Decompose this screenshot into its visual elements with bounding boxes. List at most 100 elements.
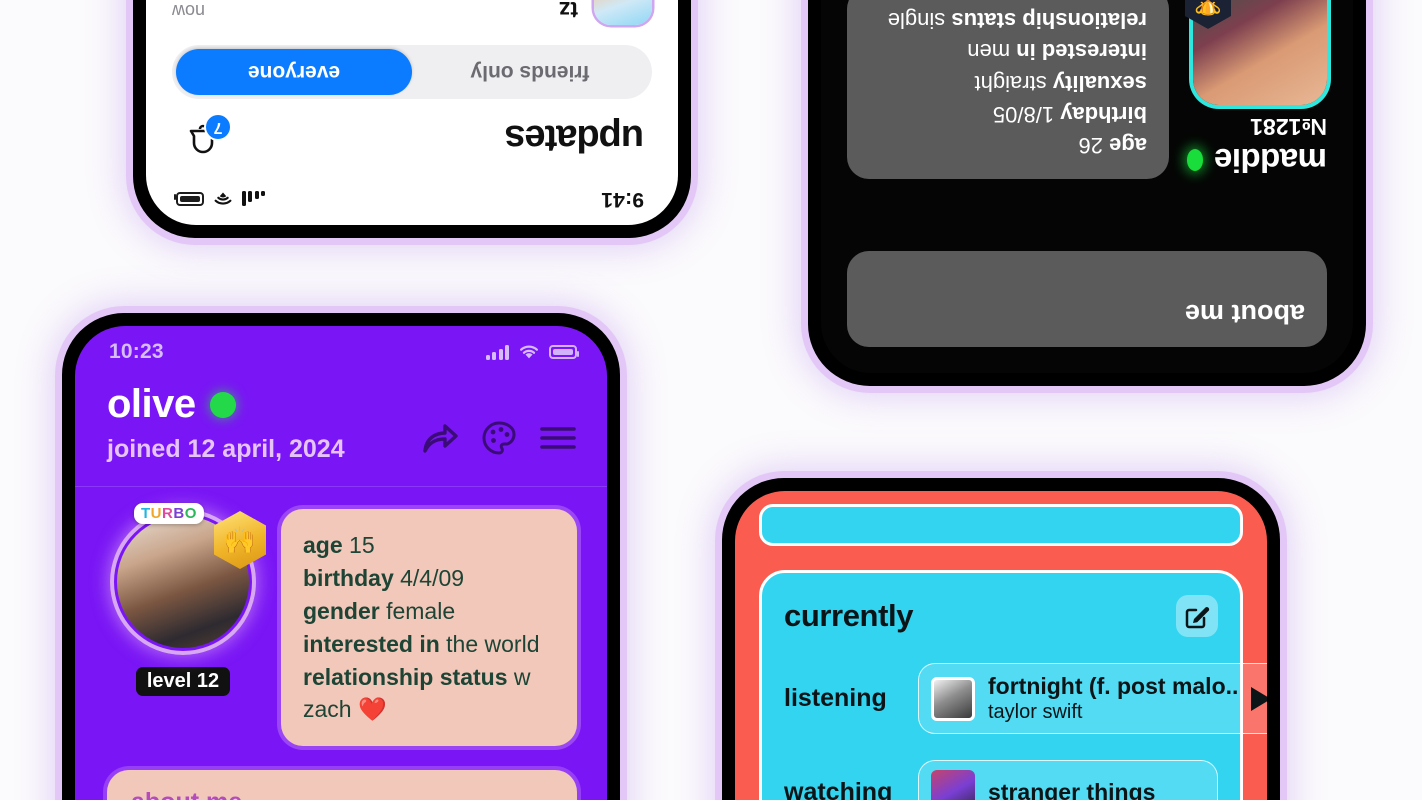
profile-name: olive xyxy=(107,382,196,426)
info-label: age xyxy=(1109,133,1147,158)
avatar-wrap[interactable]: 🏆 xyxy=(1193,0,1327,105)
battery-icon xyxy=(176,192,204,206)
info-row: age 15 xyxy=(303,529,555,562)
wifi-icon xyxy=(519,345,539,359)
phone-maddie-profile: about me maddie №1281 🏆 level 8 xyxy=(808,0,1366,386)
tab-friends-only[interactable]: friends only xyxy=(412,49,648,95)
edit-pencil-icon xyxy=(1185,607,1210,629)
play-icon[interactable] xyxy=(1251,686,1267,711)
phone-updates: 9:41 updates 7 friends only everyone tz … xyxy=(133,0,691,238)
joined-date: joined 12 april, 2024 xyxy=(107,435,345,463)
status-time: 10:23 xyxy=(109,340,164,363)
profile-name: maddie xyxy=(1214,142,1327,179)
avatar-wrap[interactable]: TURBO 🙌 xyxy=(110,503,266,655)
name-line: olive xyxy=(107,382,421,427)
info-row: gender female xyxy=(303,595,555,628)
phone-currently: currently listening fortnight (f. post m… xyxy=(722,478,1280,800)
level-label: level 12 xyxy=(135,667,231,696)
info-label: birthday xyxy=(1060,101,1147,127)
info-label: interested in xyxy=(1016,39,1147,65)
page-title: updates xyxy=(505,117,644,160)
info-value: single xyxy=(887,8,946,34)
maddie-screen: about me maddie №1281 🏆 level 8 xyxy=(821,0,1353,373)
info-value: 1/8/05 xyxy=(992,101,1055,127)
online-status-dot xyxy=(209,391,236,418)
edit-button[interactable] xyxy=(1176,595,1218,637)
info-row: birthday 4/4/09 xyxy=(303,562,555,595)
info-label: relationship status xyxy=(303,663,508,690)
info-row: age 26 xyxy=(869,130,1147,161)
info-value: 15 xyxy=(349,532,375,558)
currently-row-listening: listening fortnight (f. post malo.. tayl… xyxy=(784,663,1267,734)
about-me-label: about me xyxy=(131,788,553,800)
audience-tabs[interactable]: friends only everyone xyxy=(172,45,652,99)
profile-identity: olive joined 12 april, 2024 xyxy=(107,382,421,464)
battery-icon xyxy=(549,345,579,359)
row-label: listening xyxy=(784,684,887,712)
avatar-block: TURBO 🙌 level 12 xyxy=(107,503,266,696)
info-label: interested in xyxy=(303,630,440,657)
status-bar: 10:23 xyxy=(75,326,607,364)
currently-header: currently xyxy=(784,595,1218,637)
info-value: 4/4/09 xyxy=(400,564,465,591)
post-body: tz omg it's finally happening!!!! xyxy=(265,0,578,25)
palette-icon[interactable] xyxy=(481,420,517,456)
item-title: fortnight (f. post malo.. xyxy=(988,673,1239,699)
currently-screen: currently listening fortnight (f. post m… xyxy=(735,491,1267,800)
turbo-sticker-icon: TURBO xyxy=(134,503,204,524)
info-value: the world xyxy=(446,630,540,657)
profile-info-card: age 26 birthday 1/8/05 sexuality straigh… xyxy=(847,0,1169,179)
info-label: sexuality xyxy=(1052,70,1147,96)
updates-header: updates 7 xyxy=(146,105,678,187)
info-row: relationship status single xyxy=(869,5,1147,36)
item-subtitle: taylor swift xyxy=(988,701,1083,723)
avatar xyxy=(594,0,652,25)
currently-row-watching: watching stranger things xyxy=(784,760,1218,800)
profile-header: olive joined 12 april, 2024 xyxy=(75,364,607,486)
online-status-dot xyxy=(1187,149,1204,171)
share-icon[interactable] xyxy=(421,421,459,455)
item-title: stranger things xyxy=(988,778,1156,800)
about-me-card: about me xyxy=(847,251,1327,347)
info-value: men xyxy=(967,39,1011,65)
item-text: stranger things xyxy=(988,779,1205,800)
post-timestamp: now xyxy=(172,1,206,21)
info-row: birthday 1/8/05 xyxy=(869,99,1147,130)
show-art xyxy=(931,770,975,800)
notification-badge: 7 xyxy=(204,113,232,141)
screenshot-stage: 9:41 updates 7 friends only everyone tz … xyxy=(0,0,1422,800)
cellular-signal-icon xyxy=(242,191,266,207)
info-row: relationship status w zach ❤️ xyxy=(303,661,555,727)
info-row: sexuality straight xyxy=(869,67,1147,98)
section-title: currently xyxy=(784,598,914,633)
about-me-label: about me xyxy=(1184,299,1305,329)
album-art xyxy=(931,676,975,721)
currently-card: currently listening fortnight (f. post m… xyxy=(759,570,1267,800)
profile-row: maddie №1281 🏆 level 8 age 26 b xyxy=(847,0,1327,179)
list-item[interactable]: stranger things xyxy=(918,760,1218,800)
menu-icon[interactable] xyxy=(539,425,577,451)
header-actions xyxy=(421,382,577,456)
status-indicators xyxy=(485,344,579,360)
info-value: female xyxy=(386,597,456,624)
info-row: interested in the world xyxy=(303,628,555,661)
name-line: maddie xyxy=(1187,141,1327,179)
notifications-button[interactable]: 7 xyxy=(180,113,232,161)
wifi-icon xyxy=(214,193,232,206)
profile-info-card: age 15 birthday 4/4/09 gender female int… xyxy=(281,509,577,747)
olive-screen: 10:23 olive joined 12 april, 2024 TURBO … xyxy=(75,326,607,800)
row-label: watching xyxy=(784,777,893,800)
list-item[interactable]: fortnight (f. post malo.. taylor swift xyxy=(918,663,1267,734)
profile-row: TURBO 🙌 level 12 age 15 birthday 4/4/09 … xyxy=(75,487,607,747)
info-label: age xyxy=(303,532,343,558)
info-label: birthday xyxy=(303,564,394,591)
update-post-item[interactable]: tz omg it's finally happening!!!! now xyxy=(146,0,678,45)
profile-number: №1281 xyxy=(1250,114,1327,140)
updates-screen: 9:41 updates 7 friends only everyone tz … xyxy=(146,0,678,225)
tab-everyone[interactable]: everyone xyxy=(176,49,412,95)
info-value: straight xyxy=(974,70,1047,96)
status-indicators xyxy=(176,191,266,207)
info-value: 26 xyxy=(1078,133,1103,158)
info-label: relationship status xyxy=(951,8,1147,34)
post-username: tz xyxy=(558,0,578,23)
